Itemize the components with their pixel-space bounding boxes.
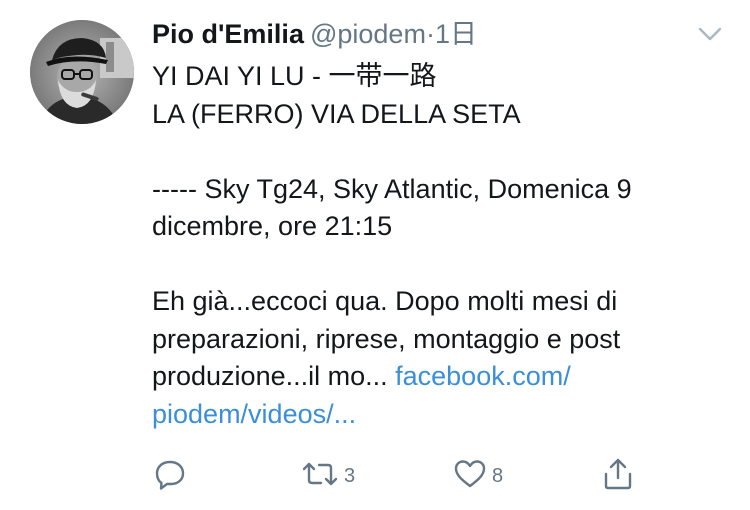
tweet-text: YI DAI YI LU - 一带一路 LA (FERRO) VIA DELLA… [152,58,732,433]
tweet-header: Pio d'Emilia @piodem·1日 [152,14,477,54]
like-button[interactable]: 8 [452,456,503,496]
tweet-line: LA (FERRO) VIA DELLA SETA [152,98,521,129]
heart-icon [452,456,488,497]
reply-icon [152,456,188,497]
tweet-line-text: produzione...il mo... [152,361,396,391]
reply-button[interactable] [152,456,188,496]
share-icon [600,456,636,497]
timestamp[interactable]: 1日 [435,19,477,49]
tweet-line: piodem/videos/... [152,396,732,434]
tweet-line: ----- Sky Tg24, Sky Atlantic, Domenica 9 [152,173,632,204]
retweet-icon [300,456,340,497]
share-button[interactable] [600,456,636,496]
user-handle[interactable]: @piodem [310,19,426,49]
separator-dot: · [425,19,435,49]
tweet-actions: 3 8 [152,456,652,496]
tweet-line: Eh già...eccoci qua. Dopo molti mesi di [152,286,618,316]
avatar-photo [30,20,134,124]
chevron-down-icon[interactable] [696,22,724,46]
tweet-line: preparazioni, riprese, montaggio e post [152,323,621,354]
tweet[interactable]: Pio d'Emilia @piodem·1日 YI DAI YI LU - 一带… [0,0,750,510]
retweet-count: 3 [344,464,356,487]
tweet-link[interactable]: facebook.com/ [395,361,571,391]
display-name[interactable]: Pio d'Emilia [152,19,304,49]
tweet-line: YI DAI YI LU - 一带一路 [152,61,437,91]
tweet-link-continued[interactable]: piodem/videos/... [152,399,356,429]
tweet-line: dicembre, ore 21:15 [152,211,393,241]
retweet-button[interactable]: 3 [300,456,355,496]
avatar[interactable] [30,20,134,124]
tweet-line: produzione...il mo... facebook.com/ [152,358,732,396]
like-count: 8 [492,464,504,487]
